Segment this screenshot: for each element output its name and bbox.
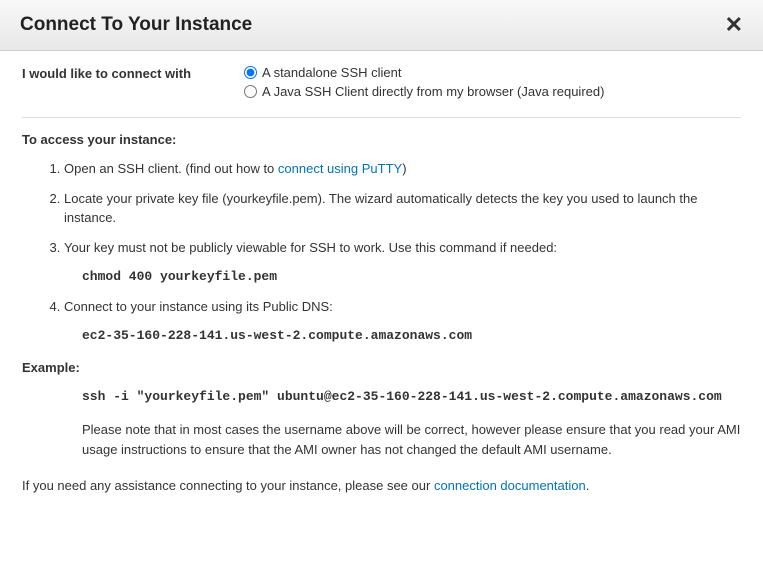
dialog-body: I would like to connect with A standalon… xyxy=(0,51,763,517)
assistance-footer: If you need any assistance connecting to… xyxy=(22,476,741,496)
dialog-header: Connect To Your Instance ✕ xyxy=(0,0,763,51)
radio-java-ssh-input[interactable] xyxy=(244,85,257,98)
step-1-prefix: Open an SSH client. (find out how to xyxy=(64,161,278,176)
radio-standalone-ssh-input[interactable] xyxy=(244,66,257,79)
step-1: Open an SSH client. (find out how to con… xyxy=(64,159,741,179)
instruction-list: Open an SSH client. (find out how to con… xyxy=(22,159,741,346)
footer-suffix: . xyxy=(586,478,590,493)
divider xyxy=(22,117,741,118)
username-note: Please note that in most cases the usern… xyxy=(82,420,741,460)
step-3-text: Your key must not be publicly viewable f… xyxy=(64,240,557,255)
step-1-suffix: ) xyxy=(402,161,406,176)
close-icon[interactable]: ✕ xyxy=(725,14,743,36)
radio-java-ssh[interactable]: A Java SSH Client directly from my brows… xyxy=(244,84,741,99)
connect-method-label: I would like to connect with xyxy=(22,65,244,103)
connect-method-row: I would like to connect with A standalon… xyxy=(22,65,741,103)
dns-code: ec2-35-160-228-141.us-west-2.compute.ama… xyxy=(82,326,741,346)
step-3: Your key must not be publicly viewable f… xyxy=(64,238,741,287)
step-4: Connect to your instance using its Publi… xyxy=(64,297,741,346)
example-heading: Example: xyxy=(22,360,741,375)
connect-method-options: A standalone SSH client A Java SSH Clien… xyxy=(244,65,741,103)
chmod-code: chmod 400 yourkeyfile.pem xyxy=(82,267,741,287)
step-2: Locate your private key file (yourkeyfil… xyxy=(64,189,741,228)
radio-standalone-ssh[interactable]: A standalone SSH client xyxy=(244,65,741,80)
ssh-example-code: ssh -i "yourkeyfile.pem" ubuntu@ec2-35-1… xyxy=(82,389,741,404)
access-heading: To access your instance: xyxy=(22,132,741,147)
footer-prefix: If you need any assistance connecting to… xyxy=(22,478,434,493)
dialog-title: Connect To Your Instance xyxy=(20,14,252,36)
radio-java-ssh-label: A Java SSH Client directly from my brows… xyxy=(262,84,604,99)
step-4-text: Connect to your instance using its Publi… xyxy=(64,299,333,314)
documentation-link[interactable]: connection documentation xyxy=(434,478,586,493)
example-block: ssh -i "yourkeyfile.pem" ubuntu@ec2-35-1… xyxy=(82,389,741,460)
putty-link[interactable]: connect using PuTTY xyxy=(278,161,402,176)
radio-standalone-ssh-label: A standalone SSH client xyxy=(262,65,401,80)
